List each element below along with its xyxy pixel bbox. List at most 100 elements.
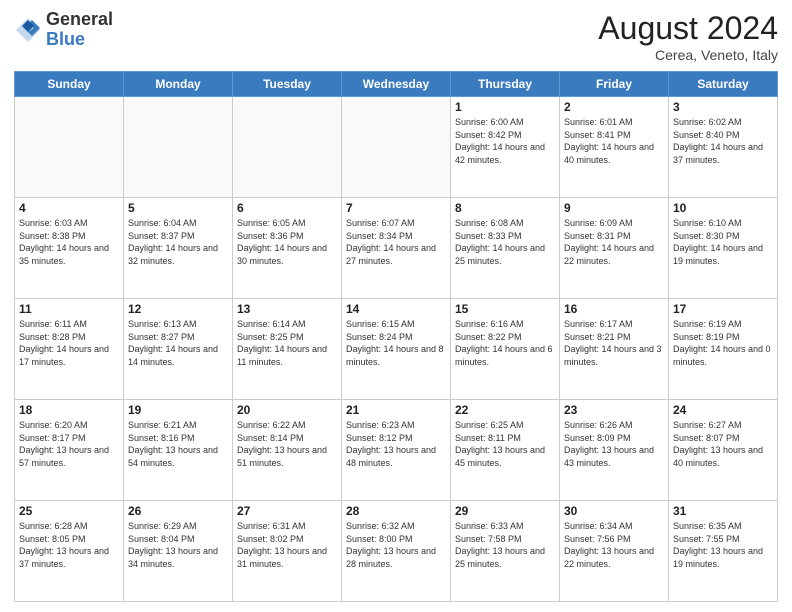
calendar-week-4: 18 Sunrise: 6:20 AM Sunset: 8:17 PM Dayli…	[15, 400, 778, 501]
title-month: August 2024	[598, 10, 778, 47]
table-row: 3 Sunrise: 6:02 AM Sunset: 8:40 PM Daylig…	[669, 97, 778, 198]
cell-day-number: 30	[564, 504, 664, 518]
cell-info-text: Sunrise: 6:26 AM Sunset: 8:09 PM Dayligh…	[564, 419, 664, 469]
table-row: 6 Sunrise: 6:05 AM Sunset: 8:36 PM Daylig…	[233, 198, 342, 299]
calendar-header-row: Sunday Monday Tuesday Wednesday Thursday…	[15, 72, 778, 97]
logo-general-text: General	[46, 10, 113, 30]
col-tuesday: Tuesday	[233, 72, 342, 97]
logo-text: General Blue	[46, 10, 113, 50]
calendar-week-2: 4Sunrise: 6:03 AM Sunset: 8:38 PM Daylig…	[15, 198, 778, 299]
cell-info-text: Sunrise: 6:13 AM Sunset: 8:27 PM Dayligh…	[128, 318, 228, 368]
cell-info-text: Sunrise: 6:04 AM Sunset: 8:37 PM Dayligh…	[128, 217, 228, 267]
cell-day-number: 5	[128, 201, 228, 215]
cell-day-number: 3	[673, 100, 773, 114]
page: General Blue August 2024 Cerea, Veneto, …	[0, 0, 792, 612]
table-row: 12 Sunrise: 6:13 AM Sunset: 8:27 PM Dayli…	[124, 299, 233, 400]
calendar-body: 1Sunrise: 6:00 AM Sunset: 8:42 PM Daylig…	[15, 97, 778, 602]
cell-info-text: Sunrise: 6:33 AM Sunset: 7:58 PM Dayligh…	[455, 520, 555, 570]
cell-day-number: 19	[128, 403, 228, 417]
cell-info-text: Sunrise: 6:32 AM Sunset: 8:00 PM Dayligh…	[346, 520, 446, 570]
cell-day-number: 6	[237, 201, 337, 215]
table-row: 9 Sunrise: 6:09 AM Sunset: 8:31 PM Daylig…	[560, 198, 669, 299]
cell-info-text: Sunrise: 6:07 AM Sunset: 8:34 PM Dayligh…	[346, 217, 446, 267]
cell-info-text: Sunrise: 6:11 AM Sunset: 8:28 PM Dayligh…	[19, 318, 119, 368]
cell-day-number: 31	[673, 504, 773, 518]
cell-day-number: 13	[237, 302, 337, 316]
calendar-week-5: 25 Sunrise: 6:28 AM Sunset: 8:05 PM Dayli…	[15, 501, 778, 602]
logo-blue-text: Blue	[46, 30, 113, 50]
table-row	[342, 97, 451, 198]
table-row: 8 Sunrise: 6:08 AM Sunset: 8:33 PM Daylig…	[451, 198, 560, 299]
cell-info-text: Sunrise: 6:02 AM Sunset: 8:40 PM Dayligh…	[673, 116, 773, 166]
cell-info-text: Sunrise: 6:17 AM Sunset: 8:21 PM Dayligh…	[564, 318, 664, 368]
title-block: August 2024 Cerea, Veneto, Italy	[598, 10, 778, 63]
title-location: Cerea, Veneto, Italy	[598, 47, 778, 63]
cell-day-number: 14	[346, 302, 446, 316]
table-row: 28 Sunrise: 6:32 AM Sunset: 8:00 PM Dayli…	[342, 501, 451, 602]
header: General Blue August 2024 Cerea, Veneto, …	[14, 10, 778, 63]
logo: General Blue	[14, 10, 113, 50]
cell-info-text: Sunrise: 6:35 AM Sunset: 7:55 PM Dayligh…	[673, 520, 773, 570]
cell-day-number: 21	[346, 403, 446, 417]
table-row: 10Sunrise: 6:10 AM Sunset: 8:30 PM Dayli…	[669, 198, 778, 299]
table-row: 2 Sunrise: 6:01 AM Sunset: 8:41 PM Daylig…	[560, 97, 669, 198]
cell-info-text: Sunrise: 6:09 AM Sunset: 8:31 PM Dayligh…	[564, 217, 664, 267]
cell-day-number: 18	[19, 403, 119, 417]
cell-info-text: Sunrise: 6:29 AM Sunset: 8:04 PM Dayligh…	[128, 520, 228, 570]
table-row: 25 Sunrise: 6:28 AM Sunset: 8:05 PM Dayli…	[15, 501, 124, 602]
cell-day-number: 28	[346, 504, 446, 518]
cell-info-text: Sunrise: 6:23 AM Sunset: 8:12 PM Dayligh…	[346, 419, 446, 469]
col-thursday: Thursday	[451, 72, 560, 97]
table-row: 31 Sunrise: 6:35 AM Sunset: 7:55 PM Dayli…	[669, 501, 778, 602]
cell-day-number: 12	[128, 302, 228, 316]
table-row	[124, 97, 233, 198]
col-monday: Monday	[124, 72, 233, 97]
cell-info-text: Sunrise: 6:05 AM Sunset: 8:36 PM Dayligh…	[237, 217, 337, 267]
cell-day-number: 25	[19, 504, 119, 518]
cell-day-number: 8	[455, 201, 555, 215]
cell-info-text: Sunrise: 6:25 AM Sunset: 8:11 PM Dayligh…	[455, 419, 555, 469]
logo-icon	[14, 16, 42, 44]
table-row	[15, 97, 124, 198]
table-row: 21 Sunrise: 6:23 AM Sunset: 8:12 PM Dayli…	[342, 400, 451, 501]
table-row: 16Sunrise: 6:17 AM Sunset: 8:21 PM Dayli…	[560, 299, 669, 400]
cell-day-number: 11	[19, 302, 119, 316]
cell-day-number: 2	[564, 100, 664, 114]
cell-day-number: 26	[128, 504, 228, 518]
cell-info-text: Sunrise: 6:20 AM Sunset: 8:17 PM Dayligh…	[19, 419, 119, 469]
cell-day-number: 27	[237, 504, 337, 518]
cell-day-number: 24	[673, 403, 773, 417]
cell-day-number: 29	[455, 504, 555, 518]
cell-day-number: 7	[346, 201, 446, 215]
table-row: 13Sunrise: 6:14 AM Sunset: 8:25 PM Dayli…	[233, 299, 342, 400]
cell-day-number: 4	[19, 201, 119, 215]
cell-info-text: Sunrise: 6:08 AM Sunset: 8:33 PM Dayligh…	[455, 217, 555, 267]
cell-info-text: Sunrise: 6:28 AM Sunset: 8:05 PM Dayligh…	[19, 520, 119, 570]
table-row: 5 Sunrise: 6:04 AM Sunset: 8:37 PM Daylig…	[124, 198, 233, 299]
table-row: 15Sunrise: 6:16 AM Sunset: 8:22 PM Dayli…	[451, 299, 560, 400]
col-saturday: Saturday	[669, 72, 778, 97]
table-row: 30 Sunrise: 6:34 AM Sunset: 7:56 PM Dayli…	[560, 501, 669, 602]
table-row	[233, 97, 342, 198]
cell-info-text: Sunrise: 6:19 AM Sunset: 8:19 PM Dayligh…	[673, 318, 773, 368]
cell-info-text: Sunrise: 6:27 AM Sunset: 8:07 PM Dayligh…	[673, 419, 773, 469]
table-row: 23 Sunrise: 6:26 AM Sunset: 8:09 PM Dayli…	[560, 400, 669, 501]
cell-day-number: 22	[455, 403, 555, 417]
calendar-week-3: 11 Sunrise: 6:11 AM Sunset: 8:28 PM Dayli…	[15, 299, 778, 400]
table-row: 29 Sunrise: 6:33 AM Sunset: 7:58 PM Dayli…	[451, 501, 560, 602]
cell-day-number: 9	[564, 201, 664, 215]
table-row: 4Sunrise: 6:03 AM Sunset: 8:38 PM Daylig…	[15, 198, 124, 299]
table-row: 26 Sunrise: 6:29 AM Sunset: 8:04 PM Dayli…	[124, 501, 233, 602]
cell-day-number: 23	[564, 403, 664, 417]
cell-info-text: Sunrise: 6:16 AM Sunset: 8:22 PM Dayligh…	[455, 318, 555, 368]
col-sunday: Sunday	[15, 72, 124, 97]
cell-info-text: Sunrise: 6:01 AM Sunset: 8:41 PM Dayligh…	[564, 116, 664, 166]
table-row: 27Sunrise: 6:31 AM Sunset: 8:02 PM Dayli…	[233, 501, 342, 602]
cell-info-text: Sunrise: 6:15 AM Sunset: 8:24 PM Dayligh…	[346, 318, 446, 368]
cell-info-text: Sunrise: 6:34 AM Sunset: 7:56 PM Dayligh…	[564, 520, 664, 570]
table-row: 24 Sunrise: 6:27 AM Sunset: 8:07 PM Dayli…	[669, 400, 778, 501]
table-row: 14 Sunrise: 6:15 AM Sunset: 8:24 PM Dayli…	[342, 299, 451, 400]
table-row: 19 Sunrise: 6:21 AM Sunset: 8:16 PM Dayli…	[124, 400, 233, 501]
table-row: 11 Sunrise: 6:11 AM Sunset: 8:28 PM Dayli…	[15, 299, 124, 400]
cell-info-text: Sunrise: 6:21 AM Sunset: 8:16 PM Dayligh…	[128, 419, 228, 469]
